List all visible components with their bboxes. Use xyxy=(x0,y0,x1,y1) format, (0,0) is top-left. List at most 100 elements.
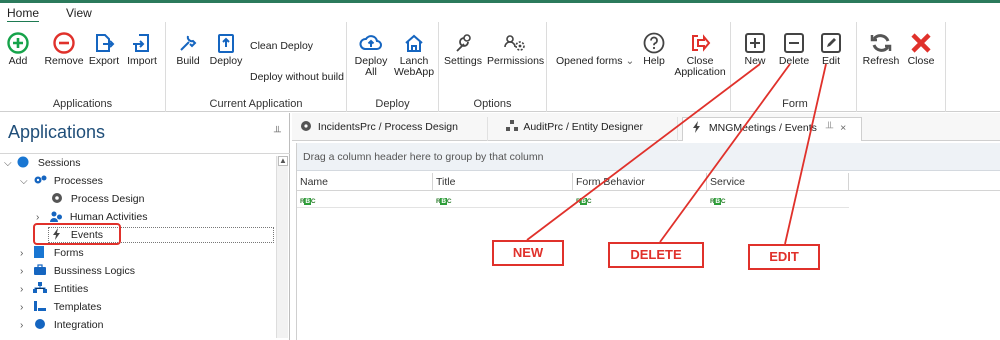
remove-label: Remove xyxy=(44,55,84,67)
help-button[interactable]: Help xyxy=(638,32,670,67)
applications-panel: Applications ╨ ⌵ Sessions ⌵ Processes Pr… xyxy=(0,113,290,340)
group-by-panel[interactable]: Drag a column header here to group by th… xyxy=(297,143,1000,171)
deploy-without-build-button[interactable]: Deploy without build xyxy=(250,71,344,83)
help-icon xyxy=(643,32,665,54)
tree-item-processes[interactable]: ⌵ Processes xyxy=(20,172,103,190)
chevron-right-icon[interactable]: › xyxy=(20,245,30,263)
edit-button[interactable]: Edit xyxy=(816,32,846,67)
annotation-edit: EDIT xyxy=(748,244,820,270)
deploy-all-button[interactable]: Deploy All xyxy=(353,32,389,78)
tree-item-label: Templates xyxy=(53,301,102,313)
close-button[interactable]: Close xyxy=(904,32,938,67)
column-header-form-behavior[interactable]: Form Behavior xyxy=(573,173,707,191)
tree-item-label: Processes xyxy=(53,175,103,187)
chevron-right-icon[interactable]: › xyxy=(20,317,30,335)
tree-item-label: Human Activities xyxy=(69,211,148,223)
tab-view[interactable]: View xyxy=(66,6,92,20)
deploy-all-label-2: All xyxy=(365,66,377,78)
chevron-down-icon[interactable]: ⌵ xyxy=(20,173,30,191)
doc-tab-process-design[interactable]: IncidentsPrc / Process Design xyxy=(292,117,488,141)
group-applications: Add Remove Export Import Applications xyxy=(0,22,166,112)
filter-cell-form-behavior[interactable]: RBC xyxy=(576,194,592,206)
close-application-icon xyxy=(692,34,711,52)
doc-tab-events[interactable]: MNGMeetings / Events ╨ × xyxy=(682,117,862,141)
tree-item-sessions[interactable]: ⌵ Sessions xyxy=(4,154,80,172)
new-button[interactable]: New xyxy=(738,32,772,67)
group-form: New Delete Edit Form xyxy=(734,22,857,112)
clean-deploy-button[interactable]: Clean Deploy xyxy=(250,40,313,52)
panel-title: Applications xyxy=(8,122,106,142)
tree-item-bussiness-logics[interactable]: › Bussiness Logics xyxy=(20,262,135,280)
doc-tab-label: AuditPrc / Entity Designer xyxy=(523,121,643,133)
group-label-form: Form xyxy=(782,98,808,110)
tree-item-entities[interactable]: › Entities xyxy=(20,280,88,298)
opened-forms-dropdown[interactable]: Opened forms ⌄ xyxy=(556,55,634,67)
export-icon xyxy=(96,34,115,52)
tree-item-integration[interactable]: › Integration xyxy=(20,316,103,334)
permissions-icon xyxy=(504,35,525,51)
text-filter-icon: RBC xyxy=(710,198,726,205)
group-current-application: Build Deploy Clean Deploy Deploy without… xyxy=(166,22,347,112)
settings-label: Settings xyxy=(444,55,482,67)
tab-home[interactable]: Home xyxy=(7,6,40,23)
filter-row: RBC RBC RBC RBC xyxy=(297,192,849,208)
chevron-right-icon[interactable]: › xyxy=(20,281,30,299)
wrench-icon xyxy=(456,34,471,52)
scroll-up-icon[interactable]: ▲ xyxy=(278,156,288,166)
help-label: Help xyxy=(643,55,665,67)
delete-button[interactable]: Delete xyxy=(776,32,812,67)
chevron-right-icon[interactable]: › xyxy=(20,299,30,317)
refresh-icon xyxy=(870,34,892,52)
column-header-title[interactable]: Title xyxy=(433,173,573,191)
column-header-name[interactable]: Name xyxy=(297,173,433,191)
tree-item-process-design[interactable]: Process Design xyxy=(50,190,144,208)
close-application-button[interactable]: Close Application xyxy=(674,32,726,78)
tree-item-label: Bussiness Logics xyxy=(53,265,135,277)
gear-icon xyxy=(52,193,62,203)
settings-button[interactable]: Settings xyxy=(443,32,483,67)
ribbon: Add Remove Export Import Applications Bu… xyxy=(0,22,1000,112)
import-button[interactable]: Import xyxy=(124,32,160,67)
circle-icon xyxy=(17,156,29,168)
pin-icon[interactable]: ╨ xyxy=(826,122,833,134)
tree-item-human-activities[interactable]: › Human Activities xyxy=(36,208,147,226)
cloud-upload-icon xyxy=(359,35,382,50)
templates-icon xyxy=(33,301,46,311)
doc-tab-label: MNGMeetings / Events xyxy=(708,122,817,134)
filter-cell-name[interactable]: RBC xyxy=(300,194,316,206)
tree-item-label: Entities xyxy=(53,283,89,295)
group-deploy: Deploy All Lanch WebApp Deploy xyxy=(347,22,439,112)
refresh-button[interactable]: Refresh xyxy=(862,32,900,67)
tree-item-label: Forms xyxy=(53,247,84,259)
launch-webapp-button[interactable]: Lanch WebApp xyxy=(393,32,435,78)
chevron-down-icon[interactable]: ⌵ xyxy=(4,155,14,173)
build-button[interactable]: Build xyxy=(174,32,202,67)
tree-item-templates[interactable]: › Templates xyxy=(20,298,102,316)
filter-cell-service[interactable]: RBC xyxy=(710,194,726,206)
delete-label: Delete xyxy=(778,55,810,67)
permissions-button[interactable]: Permissions xyxy=(487,32,545,67)
home-icon xyxy=(405,34,423,52)
chevron-right-icon[interactable]: › xyxy=(36,209,46,227)
permissions-label: Permissions xyxy=(487,55,545,67)
add-button[interactable]: Add xyxy=(6,32,30,67)
remove-button[interactable]: Remove xyxy=(44,32,84,67)
close-tab-icon[interactable]: × xyxy=(840,122,846,134)
deploy-button[interactable]: Deploy xyxy=(208,32,244,67)
close-label: Close xyxy=(907,55,935,67)
tree-item-forms[interactable]: › Forms xyxy=(20,244,84,262)
column-header-service[interactable]: Service xyxy=(707,173,849,191)
remove-icon xyxy=(53,32,75,54)
separator xyxy=(730,22,731,112)
doc-tab-entity-designer[interactable]: AuditPrc / Entity Designer xyxy=(498,117,678,141)
refresh-label: Refresh xyxy=(862,55,900,67)
selection-focus-rect xyxy=(48,227,274,243)
chevron-down-icon: ⌄ xyxy=(625,55,635,67)
tree-scrollbar[interactable]: ▲ xyxy=(276,156,288,338)
pin-icon[interactable]: ╨ xyxy=(274,127,281,138)
group-label-current-application: Current Application xyxy=(209,98,303,110)
group-label-options: Options xyxy=(473,98,512,110)
chevron-right-icon[interactable]: › xyxy=(20,263,30,281)
export-button[interactable]: Export xyxy=(86,32,122,67)
filter-cell-title[interactable]: RBC xyxy=(436,194,452,206)
